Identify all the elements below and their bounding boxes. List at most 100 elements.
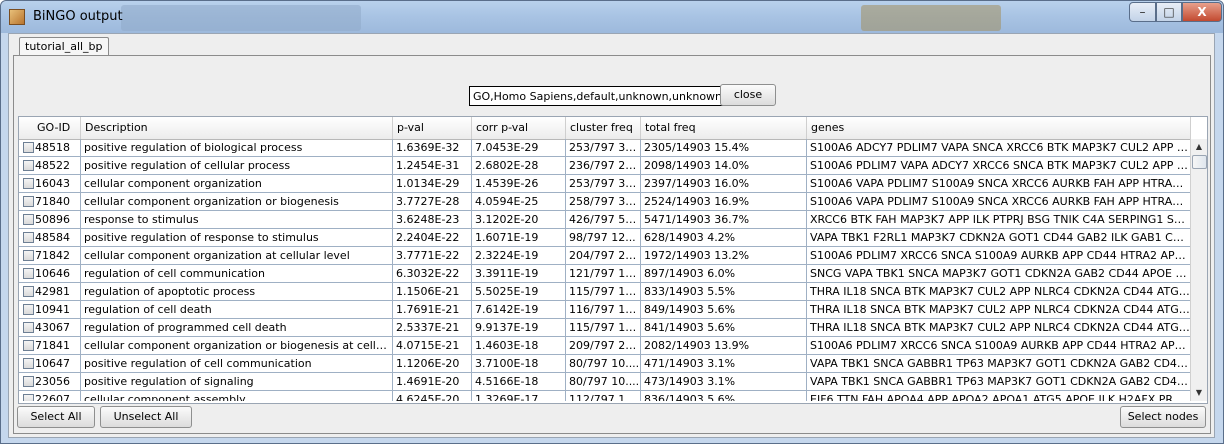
cell-p-val: 1.7691E-21 bbox=[393, 301, 472, 319]
row-checkbox[interactable] bbox=[23, 358, 34, 369]
cell-genes: XRCC6 BTK FAH MAP3K7 APP ILK PTPRJ BSG T… bbox=[807, 211, 1191, 229]
cell-cluster-freq: 115/797 14... bbox=[566, 319, 641, 337]
column-header-total-freq[interactable]: total freq bbox=[641, 117, 807, 139]
minimize-icon: – bbox=[1139, 5, 1146, 19]
go-id-text: 10941 bbox=[35, 303, 70, 316]
close-button[interactable]: close bbox=[720, 84, 776, 106]
column-header-cluster-freq[interactable]: cluster freq bbox=[566, 117, 641, 139]
cell-genes: VAPA TBK1 SNCA GABBR1 TP63 MAP3K7 GOT1 C… bbox=[807, 373, 1191, 391]
close-window-button[interactable]: X bbox=[1182, 2, 1222, 22]
cell-genes: SNCG VAPA TBK1 SNCA MAP3K7 GOT1 CDKN2A G… bbox=[807, 265, 1191, 283]
row-checkbox[interactable] bbox=[23, 214, 34, 225]
cell-go-id: 22607 bbox=[19, 391, 81, 401]
table-header: GO-ID Description p-val corr p-val cluster f… bbox=[19, 117, 1191, 140]
row-checkbox[interactable] bbox=[23, 268, 34, 279]
cell-genes: S100A6 PDLIM7 XRCC6 SNCA S100A9 AURKB AP… bbox=[807, 247, 1191, 265]
row-checkbox[interactable] bbox=[23, 394, 34, 401]
cell-go-id: 48522 bbox=[19, 157, 81, 175]
cell-corr-p-val: 4.0594E-25 bbox=[472, 193, 566, 211]
cell-genes: S100A6 VAPA PDLIM7 S100A9 SNCA XRCC6 AUR… bbox=[807, 193, 1191, 211]
cell-description: cellular component organization at cellu… bbox=[81, 247, 393, 265]
table-row[interactable]: 71840 cellular component organization or … bbox=[19, 193, 1191, 211]
go-id-text: 43067 bbox=[35, 321, 70, 334]
maximize-icon: □ bbox=[1163, 5, 1175, 19]
row-checkbox[interactable] bbox=[23, 178, 34, 189]
cell-cluster-freq: 204/797 25... bbox=[566, 247, 641, 265]
cell-go-id: 42981 bbox=[19, 283, 81, 301]
cell-cluster-freq: 426/797 53... bbox=[566, 211, 641, 229]
row-checkbox[interactable] bbox=[23, 142, 34, 153]
cell-go-id: 71842 bbox=[19, 247, 81, 265]
cell-p-val: 1.1206E-20 bbox=[393, 355, 472, 373]
table-row[interactable]: 43067 regulation of programmed cell death… bbox=[19, 319, 1191, 337]
cell-p-val: 2.5337E-21 bbox=[393, 319, 472, 337]
column-header-p-val[interactable]: p-val bbox=[393, 117, 472, 139]
table-row[interactable]: 10646 regulation of cell communication 6.3… bbox=[19, 265, 1191, 283]
cell-go-id: 23056 bbox=[19, 373, 81, 391]
background-blur bbox=[861, 5, 1001, 31]
tab-panel: GO,Homo Sapiens,default,unknown,unknown … bbox=[13, 55, 1211, 434]
column-header-genes[interactable]: genes bbox=[807, 117, 1191, 139]
table-row[interactable]: 71841 cellular component organization or … bbox=[19, 337, 1191, 355]
tab-tutorial-all-bp[interactable]: tutorial_all_bp bbox=[19, 37, 109, 56]
table-row[interactable]: 10941 regulation of cell death 1.7691E-21 7… bbox=[19, 301, 1191, 319]
select-all-button[interactable]: Select All bbox=[17, 406, 95, 428]
cell-total-freq: 471/14903 3.1% bbox=[641, 355, 807, 373]
row-checkbox[interactable] bbox=[23, 286, 34, 297]
maximize-button[interactable]: □ bbox=[1156, 2, 1182, 22]
row-checkbox[interactable] bbox=[23, 232, 34, 243]
select-nodes-button[interactable]: Select nodes bbox=[1120, 406, 1206, 428]
cell-p-val: 1.2454E-31 bbox=[393, 157, 472, 175]
column-header-corr-p-val[interactable]: corr p-val bbox=[472, 117, 566, 139]
scroll-down-icon[interactable]: ▼ bbox=[1191, 385, 1207, 401]
table-row[interactable]: 23056 positive regulation of signaling 1.4… bbox=[19, 373, 1191, 391]
cell-genes: VAPA TBK1 SNCA GABBR1 TP63 MAP3K7 GOT1 C… bbox=[807, 355, 1191, 373]
scroll-up-icon[interactable]: ▲ bbox=[1191, 139, 1207, 155]
cell-genes: S100A6 PDLIM7 XRCC6 SNCA S100A9 AURKB AP… bbox=[807, 337, 1191, 355]
table-row[interactable]: 71842 cellular component organization at … bbox=[19, 247, 1191, 265]
cell-description: positive regulation of response to stimu… bbox=[81, 229, 393, 247]
cell-genes: EIF6 TTN FAH APOA4 APP APOA2 APOA1 ATG5 … bbox=[807, 391, 1191, 401]
cell-go-id: 71841 bbox=[19, 337, 81, 355]
row-checkbox[interactable] bbox=[23, 304, 34, 315]
row-checkbox[interactable] bbox=[23, 340, 34, 351]
unselect-all-button[interactable]: Unselect All bbox=[100, 406, 192, 428]
table-row[interactable]: 42981 regulation of apoptotic process 1.15… bbox=[19, 283, 1191, 301]
cell-cluster-freq: 236/797 29... bbox=[566, 157, 641, 175]
title-bar[interactable]: BiNGO output – □ X bbox=[1, 1, 1223, 33]
table-row[interactable]: 50896 response to stimulus 3.6248E-23 3.120… bbox=[19, 211, 1191, 229]
minimize-button[interactable]: – bbox=[1129, 2, 1156, 22]
table-row[interactable]: 48584 positive regulation of response to … bbox=[19, 229, 1191, 247]
go-id-text: 10646 bbox=[35, 267, 70, 280]
go-id-text: 23056 bbox=[35, 375, 70, 388]
cell-genes: S100A6 VAPA PDLIM7 S100A9 SNCA XRCC6 AUR… bbox=[807, 175, 1191, 193]
table-row[interactable]: 48522 positive regulation of cellular pro… bbox=[19, 157, 1191, 175]
cell-corr-p-val: 3.1202E-20 bbox=[472, 211, 566, 229]
row-checkbox[interactable] bbox=[23, 376, 34, 387]
cell-corr-p-val: 4.5166E-18 bbox=[472, 373, 566, 391]
row-checkbox[interactable] bbox=[23, 160, 34, 171]
go-id-text: 48518 bbox=[35, 141, 70, 154]
background-blur bbox=[121, 5, 361, 31]
cell-description: regulation of cell communication bbox=[81, 265, 393, 283]
row-checkbox[interactable] bbox=[23, 322, 34, 333]
column-header-go-id[interactable]: GO-ID bbox=[19, 117, 81, 139]
column-header-description[interactable]: Description bbox=[81, 117, 393, 139]
cell-corr-p-val: 3.3911E-19 bbox=[472, 265, 566, 283]
table-body: 48518 positive regulation of biological p… bbox=[19, 139, 1191, 401]
cell-total-freq: 5471/14903 36.7% bbox=[641, 211, 807, 229]
cell-cluster-freq: 98/797 12... bbox=[566, 229, 641, 247]
cell-corr-p-val: 2.6802E-28 bbox=[472, 157, 566, 175]
table-row[interactable]: 16043 cellular component organization 1.01… bbox=[19, 175, 1191, 193]
table-row[interactable]: 48518 positive regulation of biological p… bbox=[19, 139, 1191, 157]
table-row[interactable]: 22607 cellular component assembly 4.6245E-… bbox=[19, 391, 1191, 401]
go-id-text: 50896 bbox=[35, 213, 70, 226]
cell-genes: THRA IL18 SNCA BTK MAP3K7 CUL2 APP NLRC4… bbox=[807, 319, 1191, 337]
row-checkbox[interactable] bbox=[23, 196, 34, 207]
table-row[interactable]: 10647 positive regulation of cell communi… bbox=[19, 355, 1191, 373]
vertical-scrollbar[interactable]: ▲ ▼ bbox=[1190, 139, 1207, 401]
scroll-thumb[interactable] bbox=[1192, 155, 1207, 169]
row-checkbox[interactable] bbox=[23, 250, 34, 261]
cell-go-id: 10646 bbox=[19, 265, 81, 283]
cell-corr-p-val: 1.4603E-18 bbox=[472, 337, 566, 355]
